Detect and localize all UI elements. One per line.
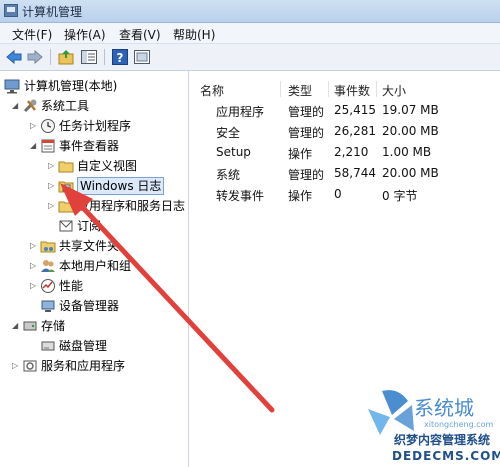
watermark-line2: DEDECMS.COM — [392, 449, 500, 463]
watermark-line1: 织梦内容管理系统 — [394, 431, 491, 448]
watermark-domain-small: xitongcheng.com — [424, 420, 494, 429]
watermark-brand: 系统城 — [414, 396, 474, 420]
